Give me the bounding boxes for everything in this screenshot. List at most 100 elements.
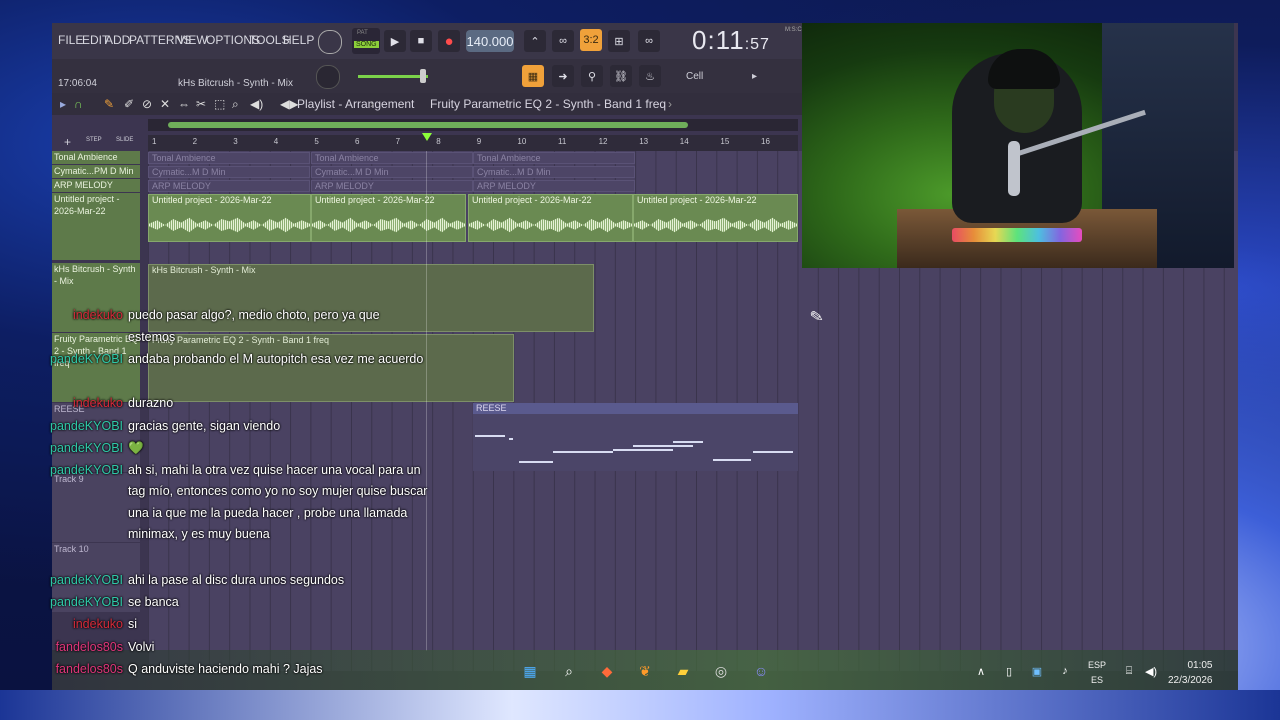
brush-icon[interactable]: ✐ [124, 97, 134, 111]
arrows-icon[interactable]: ◀▶ [280, 97, 298, 111]
pat-song-switch[interactable]: PAT SONG [352, 28, 380, 54]
chat-username: pandeKYOBI [50, 462, 123, 477]
clip-label: Untitled project - 2026-Mar-22 [315, 195, 435, 205]
chevron-up-icon[interactable]: ∧ [970, 660, 992, 682]
timeline-ruler[interactable]: 1 2 3 4 5 6 7 8 9 10 11 12 13 14 15 16 [148, 135, 798, 151]
ghost-clip[interactable]: Cymatic...M D Min [148, 166, 310, 178]
arrow-icon[interactable]: ➜ [552, 65, 574, 87]
audio-clip[interactable]: Untitled project - 2026-Mar-22 [633, 194, 798, 242]
step-edit-icon[interactable]: 3:2 [580, 29, 602, 51]
obs-icon[interactable]: ◎ [710, 660, 732, 682]
mute-icon[interactable]: ✕ [160, 97, 170, 111]
ghost-clip[interactable]: ARP MELODY [311, 180, 473, 192]
microphone [1008, 141, 1020, 196]
windows-start-icon[interactable]: ▦ [519, 660, 541, 682]
magnet-icon[interactable]: ∩ [74, 97, 83, 111]
ghost-clip[interactable]: Tonal Ambience [148, 152, 310, 164]
menu-bar: FILE EDIT ADD PATTERNS VIEW OPTIONS TOOL… [52, 23, 806, 59]
chat-username: pandeKYOBI [50, 573, 123, 588]
track-header[interactable]: Track 9 [52, 473, 140, 542]
metronome-knob[interactable] [318, 30, 342, 54]
chevron-right-icon[interactable]: ▸ [752, 71, 757, 82]
ghost-clip[interactable]: Cymatic...M D Min [473, 166, 635, 178]
ghost-clip[interactable]: Tonal Ambience [311, 152, 473, 164]
audio-clip[interactable]: Untitled project - 2026-Mar-22 [148, 194, 311, 242]
ghost-clip[interactable]: ARP MELODY [148, 180, 310, 192]
wait-input-icon[interactable]: ∞ [638, 30, 660, 52]
loop-record-icon[interactable]: ∞ [552, 30, 574, 52]
add-track-icon[interactable]: + [64, 135, 71, 149]
ghost-clip[interactable]: Tonal Ambience [473, 152, 635, 164]
menu-add[interactable]: ADD [105, 33, 130, 47]
chat-text: Q anduviste haciendo mahi ? Jajas [128, 661, 323, 676]
track-header[interactable]: Tonal Ambience [52, 151, 140, 164]
clip-label: Untitled project - 2026-Mar-22 [637, 195, 757, 205]
playhead-marker[interactable] [422, 133, 432, 141]
clock-date: 22/3/2026 [1168, 675, 1213, 686]
snap-icon[interactable]: ⌃ [524, 30, 546, 52]
volume-handle[interactable] [420, 69, 426, 83]
brave-browser-icon[interactable]: ◆ [596, 660, 618, 682]
discord-icon[interactable]: ☺ [750, 660, 772, 682]
ghost-clip[interactable]: ARP MELODY [473, 180, 635, 192]
plugin-icon[interactable]: ⚲ [581, 65, 603, 87]
play-button[interactable]: ▶ [384, 30, 406, 52]
audio-clip[interactable]: Untitled project - 2026-Mar-22 [468, 194, 633, 242]
clip-label: ARP MELODY [315, 181, 374, 191]
zoom-icon[interactable]: ⌕ [232, 97, 239, 112]
time-main: 0:11 [692, 25, 745, 55]
chat-text: andaba probando el M autopitch esa vez m… [128, 352, 424, 367]
playlist-icon[interactable]: ▦ [522, 65, 544, 87]
record-button[interactable]: ● [438, 30, 460, 52]
menu-file[interactable]: FILE [58, 33, 83, 47]
clip-label: Tonal Ambience [315, 153, 379, 163]
ruler-bar-16: 16 [761, 137, 770, 146]
menu-view[interactable]: VIEW [177, 33, 208, 47]
battery-icon[interactable]: ▯ [998, 660, 1020, 682]
piano-note [553, 451, 613, 453]
slide-label: SLIDE [116, 137, 134, 143]
file-explorer-icon[interactable]: ▰ [672, 660, 694, 682]
cell-label: Cell [686, 71, 704, 82]
pattern-clip[interactable]: REESE [473, 403, 798, 471]
fl-studio-icon[interactable]: ❦ [634, 660, 656, 682]
ruler-bar-3: 3 [233, 137, 238, 146]
language-code: ESP [1088, 660, 1107, 670]
delete-icon[interactable]: ⊘ [142, 97, 152, 111]
track-header[interactable]: ARP MELODY [52, 179, 140, 192]
track-header[interactable]: Untitled project - 2026-Mar-22 [52, 193, 140, 260]
microphone-icon[interactable]: ♪ [1054, 660, 1076, 682]
scroll-thumb[interactable] [168, 122, 688, 128]
link-icon[interactable]: ⛓ [610, 65, 632, 87]
speaker-icon[interactable]: ◀) [250, 97, 263, 111]
tempo-display[interactable]: 140.000 [466, 30, 514, 52]
arrow-right-icon[interactable]: ▸ [60, 97, 66, 111]
ruler-bar-4: 4 [273, 137, 279, 146]
search-icon[interactable]: ⌕ [558, 660, 580, 682]
audio-clip[interactable]: Untitled project - 2026-Mar-22 [311, 194, 466, 242]
input-language[interactable]: ESP ES [1088, 658, 1106, 688]
master-volume-slider[interactable] [358, 75, 428, 78]
menu-help[interactable]: HELP [283, 33, 314, 47]
streamer-hair [988, 49, 1060, 89]
piano-note [713, 459, 751, 461]
blend-notes-icon[interactable]: ⊞ [608, 30, 630, 52]
stop-button[interactable]: ■ [410, 30, 432, 52]
select-icon[interactable]: ⬚ [214, 97, 225, 111]
slip-icon[interactable]: ⇔ [178, 97, 190, 111]
chevron-right-icon[interactable]: › [668, 97, 672, 111]
ruler-bar-8: 8 [436, 137, 441, 146]
horizontal-scrollbar[interactable] [148, 119, 798, 131]
volume-icon[interactable]: ◀) [1140, 660, 1162, 682]
clip-label: Untitled project - 2026-Mar-22 [152, 195, 272, 205]
clock-time: 01:05 [1187, 660, 1213, 671]
master-pitch-knob[interactable] [316, 65, 340, 89]
track-header[interactable]: Cymatic...PM D Min [52, 165, 140, 178]
slice-icon[interactable]: ✂ [196, 97, 206, 111]
ghost-clip[interactable]: Cymatic...M D Min [311, 166, 473, 178]
pencil-icon[interactable]: ✎ [104, 97, 114, 111]
app-tray-icon[interactable]: ▣ [1026, 660, 1048, 682]
bell-icon[interactable]: ♨ [639, 65, 661, 87]
network-icon[interactable]: ⌸ [1118, 660, 1140, 682]
system-clock[interactable]: 01:05 22/3/2026 [1168, 658, 1213, 688]
